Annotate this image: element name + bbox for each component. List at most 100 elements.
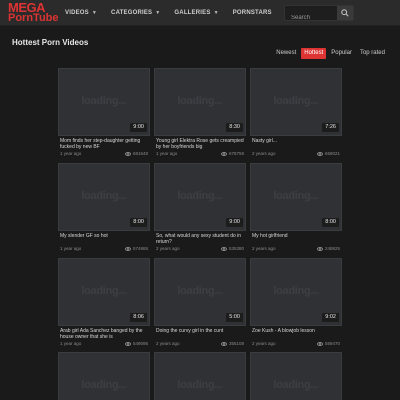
upload-age: 2 years ago: [252, 151, 276, 156]
page-title: Hottest Porn Videos: [12, 38, 89, 47]
video-thumbnail[interactable]: loading...: [154, 352, 246, 400]
caret-down-icon: ▼: [213, 10, 219, 16]
view-count: 574865: [124, 246, 148, 251]
sort-tab-hottest[interactable]: Hottest: [301, 48, 327, 59]
loading-placeholder: loading...: [273, 190, 319, 202]
video-thumbnail[interactable]: loading... 9:00: [154, 163, 246, 231]
sort-tab-popular[interactable]: Popular: [328, 48, 355, 59]
nav-item-galleries[interactable]: GALLERIES ▼: [167, 0, 225, 26]
nav-item-categories[interactable]: CATEGORIES ▼: [104, 0, 167, 26]
loading-placeholder: loading...: [81, 285, 127, 297]
loading-placeholder: loading...: [273, 95, 319, 107]
search-box: [284, 5, 354, 25]
upload-age: 1 year ago: [156, 151, 178, 156]
video-thumbnail[interactable]: loading...: [250, 352, 342, 400]
video-title-link[interactable]: Doing the curvy girl in the cunt: [156, 328, 244, 334]
video-thumbnail[interactable]: loading...: [58, 352, 150, 400]
nav-item-label: VIDEOS: [65, 10, 89, 16]
upload-age: 2 years ago: [156, 246, 180, 251]
upload-age: 1 year ago: [60, 151, 82, 156]
view-count-value: 559470: [324, 341, 340, 346]
sort-tabs: Newest Hottest Popular Top rated: [273, 48, 388, 59]
video-title-link[interactable]: Arab girl Ada Sanchez banged by the hous…: [60, 328, 148, 340]
video-thumbnail[interactable]: loading... 9:02: [250, 258, 342, 326]
view-count-value: 681648: [132, 151, 148, 156]
view-count-value: 355108: [228, 341, 244, 346]
video-title-link[interactable]: Young girl Elektra Rose gets creampied b…: [156, 138, 244, 150]
view-count: 355108: [220, 341, 244, 346]
duration-badge: 5:00: [226, 313, 243, 322]
video-thumbnail[interactable]: loading... 7:26: [250, 68, 342, 136]
eye-icon: [124, 246, 131, 251]
video-title-link[interactable]: Zoe Kush - A blowjob lesson: [252, 328, 340, 334]
loading-placeholder: loading...: [177, 190, 223, 202]
duration-badge: 8:30: [226, 123, 243, 132]
upload-age: 2 years ago: [252, 246, 276, 251]
video-title-link[interactable]: My slender GF so hot: [60, 233, 148, 239]
loading-placeholder: loading...: [177, 285, 223, 297]
duration-badge: 8:06: [130, 313, 147, 322]
duration-badge: 8:00: [130, 218, 147, 227]
loading-placeholder: loading...: [177, 95, 223, 107]
nav-item-label: GALLERIES: [174, 10, 211, 16]
video-title-link[interactable]: Nasty girl...: [252, 138, 340, 144]
upload-age: 2 years ago: [156, 341, 180, 346]
view-count-value: 574865: [132, 246, 148, 251]
eye-icon: [316, 246, 323, 251]
logo-text-bottom: PornTube: [8, 12, 59, 24]
caret-down-icon: ▼: [91, 10, 98, 16]
eye-icon: [316, 341, 323, 346]
view-count: 681648: [124, 151, 148, 156]
duration-badge: 9:00: [226, 218, 243, 227]
view-count: 535380: [220, 246, 244, 251]
nav-item-videos[interactable]: VIDEOS ▼: [58, 0, 104, 26]
duration-badge: 9:02: [322, 313, 339, 322]
loading-placeholder: loading...: [81, 190, 127, 202]
view-count: 658021: [316, 151, 340, 156]
search-icon: [341, 9, 349, 17]
view-count-value: 658021: [324, 151, 340, 156]
eye-icon: [124, 151, 131, 156]
video-title-link[interactable]: My hot girlfriend: [252, 233, 340, 239]
nav-item-label: PORNSTARS: [232, 10, 272, 16]
view-count-value: 678759: [228, 151, 244, 156]
loading-placeholder: loading...: [81, 95, 127, 107]
upload-age: 1 year ago: [60, 341, 82, 346]
nav-item-label: CATEGORIES: [111, 10, 153, 16]
video-thumbnail[interactable]: loading... 9:00: [58, 68, 150, 136]
search-input[interactable]: [285, 11, 337, 25]
video-thumbnail[interactable]: loading... 8:00: [58, 163, 150, 231]
eye-icon: [220, 151, 227, 156]
loading-placeholder: loading...: [273, 379, 319, 391]
view-count: 678759: [220, 151, 244, 156]
loading-placeholder: loading...: [273, 285, 319, 297]
search-button[interactable]: [337, 6, 353, 20]
upload-age: 1 year ago: [60, 246, 82, 251]
loading-placeholder: loading...: [177, 379, 223, 391]
eye-icon: [124, 341, 131, 346]
sort-tab-top-rated[interactable]: Top rated: [357, 48, 388, 59]
top-navbar: MEGA PornTube VIDEOS ▼ CATEGORIES ▼ GALLERIE…: [0, 0, 400, 26]
site-logo[interactable]: MEGA PornTube: [8, 1, 59, 25]
duration-badge: 8:00: [322, 218, 339, 227]
video-title-link[interactable]: Mom finds her step-daughter getting fuck…: [60, 138, 148, 150]
duration-badge: 9:00: [130, 123, 147, 132]
view-count: 248825: [316, 246, 340, 251]
caret-down-icon: ▼: [155, 10, 161, 16]
eye-icon: [220, 341, 227, 346]
view-count-value: 549095: [132, 341, 148, 346]
video-thumbnail[interactable]: loading... 8:06: [58, 258, 150, 326]
view-count: 549095: [124, 341, 148, 346]
view-count-value: 535380: [228, 246, 244, 251]
video-thumbnail[interactable]: loading... 5:00: [154, 258, 246, 326]
view-count: 559470: [316, 341, 340, 346]
nav-item-pornstars[interactable]: PORNSTARS: [226, 0, 279, 26]
sort-tab-newest[interactable]: Newest: [273, 48, 299, 59]
loading-placeholder: loading...: [81, 379, 127, 391]
video-thumbnail[interactable]: loading... 8:30: [154, 68, 246, 136]
eye-icon: [220, 246, 227, 251]
video-thumbnail[interactable]: loading... 8:00: [250, 163, 342, 231]
eye-icon: [316, 151, 323, 156]
upload-age: 2 years ago: [252, 341, 276, 346]
video-title-link[interactable]: So, what would any sexy student do in re…: [156, 233, 244, 245]
